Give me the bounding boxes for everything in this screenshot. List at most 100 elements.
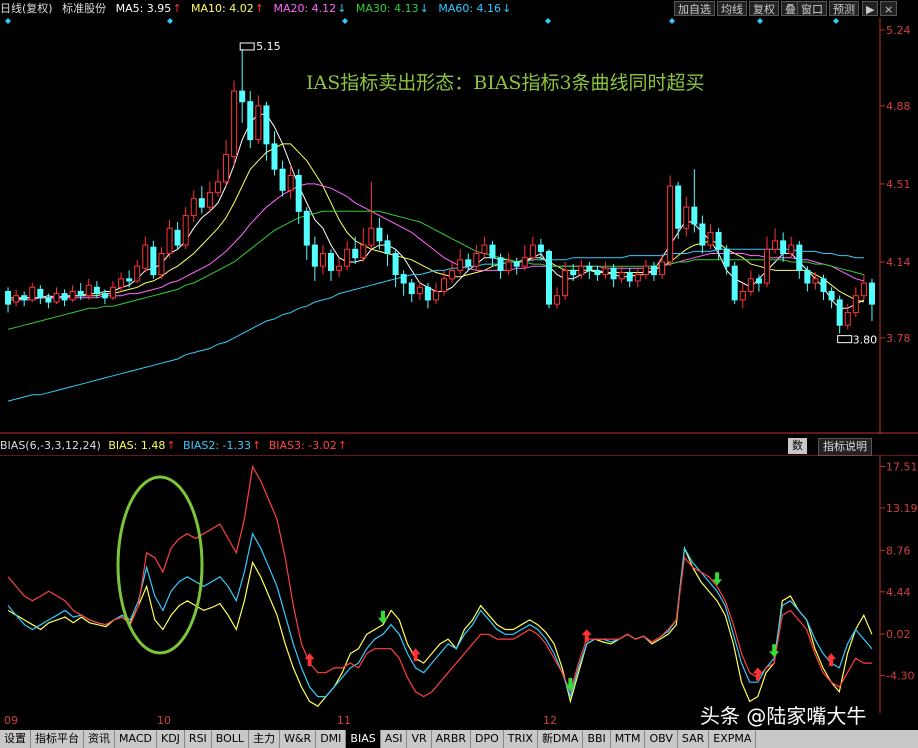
candle: [223, 139, 230, 187]
candle: [327, 249, 335, 281]
tab-dmi[interactable]: DMI: [316, 730, 347, 748]
candle: [158, 247, 165, 279]
tab-boll[interactable]: BOLL: [212, 730, 250, 748]
candle-body: [134, 265, 141, 282]
candle: [174, 221, 181, 250]
candle: [29, 283, 36, 303]
candle: [206, 181, 213, 212]
candle-body: [206, 191, 213, 208]
tab--[interactable]: 资讯: [84, 730, 115, 748]
candle-body: [788, 244, 795, 255]
candle: [659, 253, 666, 279]
tab-kdj[interactable]: KDJ: [157, 730, 185, 748]
candle-body: [150, 246, 157, 276]
candle-body: [497, 257, 504, 271]
tab-mtm[interactable]: MTM: [611, 730, 646, 748]
candle-body: [45, 297, 52, 303]
candle: [352, 236, 359, 265]
candle: [303, 207, 310, 260]
tab-expma[interactable]: EXPMA: [709, 730, 757, 748]
candle: [473, 245, 480, 271]
candle-body: [37, 288, 44, 299]
candle-body: [295, 175, 302, 212]
candle: [788, 236, 795, 258]
candle: [828, 287, 835, 309]
tab-obv[interactable]: OBV: [645, 730, 678, 748]
candle: [747, 270, 754, 296]
candle-body: [263, 105, 270, 145]
candle: [860, 274, 867, 300]
moving-averages: [7, 113, 865, 402]
tab--[interactable]: 指标平台: [31, 730, 84, 748]
candle: [392, 249, 399, 288]
add-favorite-button[interactable]: 加自选: [674, 1, 715, 16]
tab-bbi[interactable]: BBI: [583, 730, 611, 748]
event-marker-icon: [833, 18, 839, 24]
tab--dma[interactable]: 新DMA: [538, 730, 584, 748]
bias3-up-icon: ↑: [337, 439, 347, 452]
candle: [13, 289, 20, 307]
bias-lines: [7, 464, 873, 707]
indicator-explain-button[interactable]: 指标说明: [818, 438, 872, 456]
tab-dpo[interactable]: DPO: [471, 730, 504, 748]
candle-body: [529, 244, 536, 259]
candle-body: [562, 269, 569, 297]
candle: [796, 240, 803, 279]
y-tick-label: 17.51: [886, 460, 918, 473]
y-tick-label: 4.51: [886, 178, 911, 191]
candle-body: [352, 248, 359, 259]
candle-body: [699, 223, 706, 246]
candle: [772, 228, 779, 254]
tab-arbr[interactable]: ARBR: [432, 730, 472, 748]
candle-body: [142, 244, 149, 269]
candle-body: [804, 269, 811, 284]
window-button[interactable]: 窗口: [797, 1, 827, 16]
ma20-down-icon: ↓: [337, 2, 347, 15]
data-button[interactable]: 数: [788, 438, 807, 454]
ma60-value: MA60: 4.16: [438, 2, 502, 15]
ma-button[interactable]: 均线: [717, 1, 747, 16]
menu-arrow-icon[interactable]: ▶: [862, 1, 879, 16]
adjust-button[interactable]: 复权: [749, 1, 779, 16]
bias-params[interactable]: BIAS(6,-3,3,12,24): [0, 439, 101, 452]
candle: [344, 240, 351, 271]
candle-body: [432, 290, 439, 301]
close-icon[interactable]: ×: [880, 1, 898, 16]
tab-macd[interactable]: MACD: [115, 730, 157, 748]
forecast-button[interactable]: 预测: [829, 1, 859, 16]
tab-vr[interactable]: VR: [407, 730, 432, 748]
candle-body: [198, 198, 205, 208]
y-tick-label: -4.30: [886, 670, 914, 683]
bias-chart[interactable]: 17.51 13.19 8.76 4.44 0.02 -4.30: [0, 455, 918, 713]
candle: [449, 261, 456, 284]
bias-line-bias2: [7, 532, 873, 699]
candle: [150, 240, 157, 279]
watermark: 头条 @陆家嘴大牛: [700, 704, 867, 728]
tab-w-r[interactable]: W&R: [280, 730, 317, 748]
candle: [699, 215, 706, 254]
candle-body: [554, 295, 561, 305]
period-label[interactable]: 日线(复权): [0, 2, 53, 15]
tab-rsi[interactable]: RSI: [185, 730, 212, 748]
tab-asi[interactable]: ASI: [381, 730, 408, 748]
candle: [634, 268, 641, 288]
y-tick-label: 4.88: [886, 100, 911, 113]
event-marker-icon: [5, 18, 11, 24]
candle: [69, 285, 76, 303]
tab-bias[interactable]: BIAS: [346, 730, 381, 748]
candle: [319, 245, 326, 275]
candle: [820, 274, 827, 300]
tab--[interactable]: 主力: [249, 730, 281, 748]
candle-body: [239, 90, 246, 103]
month-label: 09: [4, 714, 18, 727]
candle-body: [449, 269, 456, 280]
candle: [53, 287, 60, 305]
candle: [715, 228, 722, 260]
stock-name: 标准股份: [62, 2, 107, 15]
tab-sar[interactable]: SAR: [678, 730, 710, 748]
tab--[interactable]: 设置: [0, 730, 31, 748]
y-tick-label: 8.76: [886, 544, 911, 557]
candle: [37, 285, 44, 305]
candle-body: [5, 290, 12, 305]
tab-trix[interactable]: TRIX: [504, 730, 538, 748]
